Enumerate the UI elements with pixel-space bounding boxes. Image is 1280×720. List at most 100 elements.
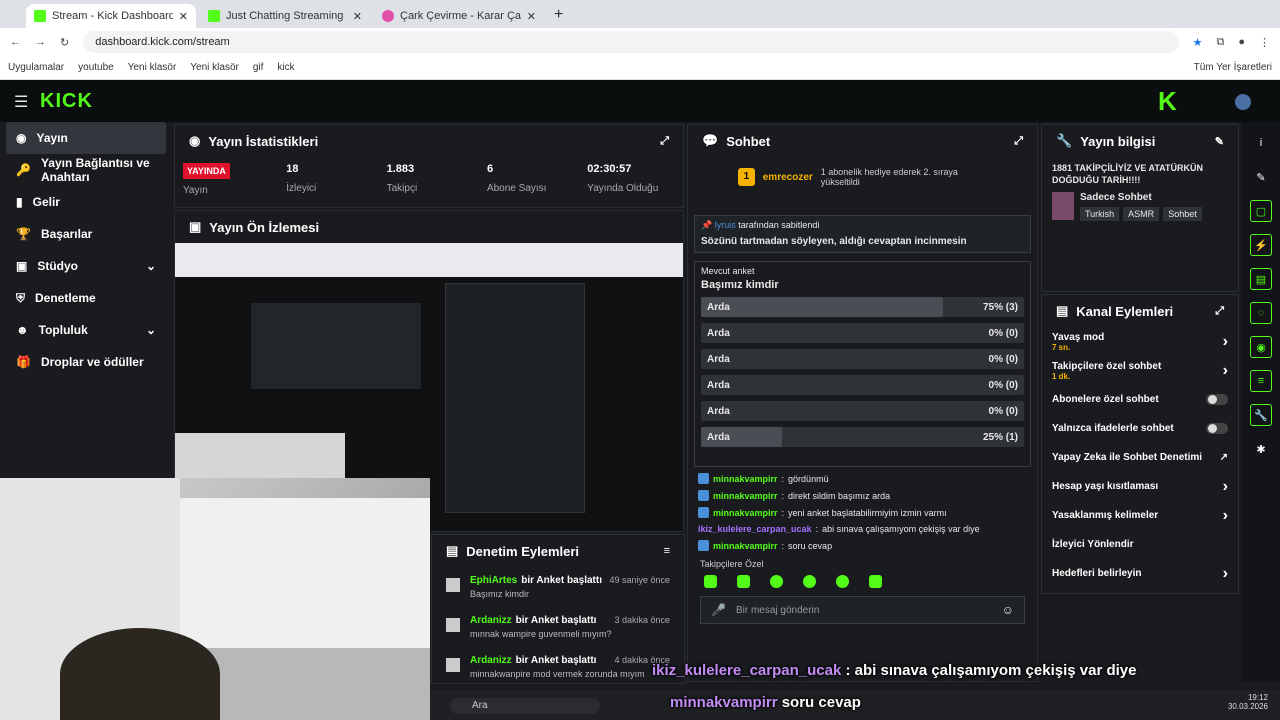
screen-icon[interactable]: ▢ [1250, 200, 1272, 222]
list-icon[interactable]: ≡ [1250, 370, 1272, 392]
chat-username[interactable]: minnakvampirr [713, 491, 778, 501]
url-field[interactable]: dashboard.kick.com/stream [83, 31, 1179, 53]
bookmark-youtube[interactable]: youtube [78, 62, 114, 73]
profile-icon[interactable]: ● [1238, 36, 1245, 48]
back-icon[interactable]: ← [10, 36, 21, 48]
sidebar-item-denetleme[interactable]: ⛨ Denetleme [0, 282, 172, 314]
close-tab-icon[interactable]: ✕ [179, 10, 188, 23]
sidebar-item-studyo[interactable]: ▣ Stüdyo ⌄ [0, 250, 172, 282]
sidebar-item-gelir[interactable]: ▮ Gelir [0, 186, 172, 218]
chat-input[interactable]: 🎤 Bir mesaj gönderin ☺ [700, 596, 1025, 624]
chat-username[interactable]: minnakvampirr [713, 508, 778, 518]
info-icon[interactable]: i [1250, 132, 1272, 154]
channel-action-row[interactable]: Yasaklanmış kelimeler › [1052, 501, 1228, 530]
wrench-icon: 🔧 [1056, 133, 1073, 148]
filter-icon[interactable]: ≡ [664, 545, 670, 557]
poll-option[interactable]: Arda 0% (0) [701, 375, 1024, 395]
toggle-switch[interactable] [1206, 394, 1228, 405]
chevron-right-icon: › [1222, 564, 1228, 582]
sidebar-item-yayin[interactable]: ◉ Yayın [6, 122, 166, 154]
tag[interactable]: Sohbet [1163, 207, 1202, 222]
sidebar-item-topluluk[interactable]: ☻ Topluluk ⌄ [0, 314, 172, 346]
emote-icon[interactable] [836, 575, 849, 588]
mod-username[interactable]: Ardanizz [470, 655, 512, 666]
mod-username[interactable]: EphiArtes [470, 575, 517, 586]
puzzle-icon[interactable]: ✱ [1250, 438, 1272, 460]
channel-action-row[interactable]: Abonelere özel sohbet [1052, 385, 1228, 414]
hamburger-menu-icon[interactable]: ☰ [14, 92, 28, 112]
popout-icon[interactable]: ⤢ [660, 135, 669, 148]
poll-option[interactable]: Arda 25% (1) [701, 427, 1024, 447]
kick-logo[interactable]: KICK [40, 90, 93, 113]
person-head [60, 628, 220, 720]
poll-icon [446, 618, 460, 632]
reload-icon[interactable]: ↻ [60, 36, 69, 49]
channel-action-row[interactable]: Hedefleri belirleyin › [1052, 559, 1228, 588]
channel-action-row[interactable]: Takipçilere özel sohbet 1 dk. › [1052, 356, 1228, 385]
bookmark-star-icon[interactable]: ★ [1193, 36, 1203, 49]
mod-action-item: EphiArtes bir Anket başlattı 49 saniye önc… [432, 575, 684, 607]
poll-option[interactable]: Arda 75% (3) [701, 297, 1024, 317]
channel-action-label: Abonelere özel sohbet [1052, 394, 1159, 405]
page-icon[interactable]: ▤ [1250, 268, 1272, 290]
poll-option[interactable]: Arda 0% (0) [701, 323, 1024, 343]
toggle-switch[interactable] [1206, 423, 1228, 434]
tool-rail: i ✎ ▢ ⚡ ▤ ◌ ◉ ≡ 🔧 ✱ [1242, 122, 1280, 682]
chat-icon[interactable]: ◌ [1250, 302, 1272, 324]
taskbar-search[interactable]: Ara [450, 698, 600, 714]
bookmark-folder[interactable]: Yeni klasör [190, 62, 239, 73]
edit-icon[interactable]: ✎ [1215, 135, 1224, 148]
bookmark-folder[interactable]: Yeni klasör [128, 62, 177, 73]
bookmark-gif[interactable]: gif [253, 62, 264, 73]
bookmark-kick[interactable]: kick [277, 62, 294, 73]
emoji-icon[interactable]: ☺ [1002, 603, 1014, 617]
popout-icon[interactable]: ⤢ [1014, 135, 1023, 148]
mod-action-text: bir Anket başlattı [515, 615, 597, 626]
chat-username[interactable]: minnakvampirr [713, 474, 778, 484]
mod-username[interactable]: Ardanizz [470, 615, 512, 626]
new-tab-icon[interactable]: + [554, 6, 563, 24]
chat-username[interactable]: ikiz_kulelere_carpan_ucak [698, 524, 812, 534]
sidebar-item-droplar[interactable]: 🎁 Droplar ve ödüller [0, 346, 172, 378]
tag[interactable]: ASMR [1123, 207, 1160, 222]
popout-icon[interactable]: ⤢ [1215, 305, 1224, 318]
close-tab-icon[interactable]: ✕ [527, 10, 536, 23]
lightning-icon[interactable]: ⚡ [1250, 234, 1272, 256]
emote-icon[interactable] [737, 575, 750, 588]
forward-icon[interactable]: → [35, 36, 46, 48]
all-bookmarks[interactable]: Tüm Yer İşaretleri [1194, 62, 1272, 73]
taskbar-clock[interactable]: 19:12 30.03.2026 [1228, 693, 1268, 711]
bookmark-apps[interactable]: Uygulamalar [8, 62, 64, 73]
poll-option[interactable]: Arda 0% (0) [701, 401, 1024, 421]
tag[interactable]: Turkish [1080, 207, 1120, 222]
mod-action-item: Ardanizz bir Anket başlattı 3 dakika önce m… [432, 615, 684, 647]
emote-icon[interactable] [803, 575, 816, 588]
chat-message: ikiz_kulelere_carpan_ucak: abi sınava çal… [698, 524, 980, 534]
sidebar-item-stream-key[interactable]: 🔑 Yayın Bağlantısı ve Anahtarı [0, 154, 172, 186]
browser-tab[interactable]: Çark Çevirme - Karar Çarkı ✕ [374, 4, 544, 28]
sidebar-item-basarilar[interactable]: 🏆 Başarılar [0, 218, 172, 250]
browser-tab[interactable]: Stream - Kick Dashboard ✕ [26, 4, 196, 28]
close-tab-icon[interactable]: ✕ [353, 10, 362, 23]
pencil-icon[interactable]: ✎ [1250, 166, 1272, 188]
menu-dots-icon[interactable]: ⋮ [1259, 36, 1270, 49]
avatar[interactable] [1235, 94, 1251, 110]
emote-icon[interactable] [770, 575, 783, 588]
chat-username[interactable]: minnakvampirr [713, 541, 778, 551]
channel-action-row[interactable]: Hesap yaşı kısıtlaması › [1052, 472, 1228, 501]
browser-tab[interactable]: Just Chatting Streaming - Live✕ [200, 4, 370, 28]
mic-icon[interactable]: 🎤 [711, 603, 726, 617]
poll-option[interactable]: Arda 0% (0) [701, 349, 1024, 369]
channel-action-row[interactable]: Yapay Zeka ile Sohbet Denetimi ↗ [1052, 443, 1228, 472]
emote-icon[interactable] [869, 575, 882, 588]
mod-actions-panel: ▤ Denetim Eylemleri ≡ EphiArtes bir Anket b… [431, 534, 685, 684]
channel-action-row[interactable]: Yalnızca ifadelerle sohbet [1052, 414, 1228, 443]
list-icon: ▤ [1056, 303, 1069, 318]
extensions-icon[interactable]: ⧉ [1216, 36, 1224, 49]
wrench-icon[interactable]: 🔧 [1250, 404, 1272, 426]
chat-panel: 💬 Sohbet ⤢ 1 emrecozer 1 abonelik hediye e… [687, 124, 1038, 682]
emote-icon[interactable] [704, 575, 717, 588]
channel-action-row[interactable]: İzleyici Yönlendir [1052, 530, 1228, 559]
channel-action-row[interactable]: Yavaş mod 7 sn. › [1052, 327, 1228, 356]
broadcast-icon[interactable]: ◉ [1250, 336, 1272, 358]
